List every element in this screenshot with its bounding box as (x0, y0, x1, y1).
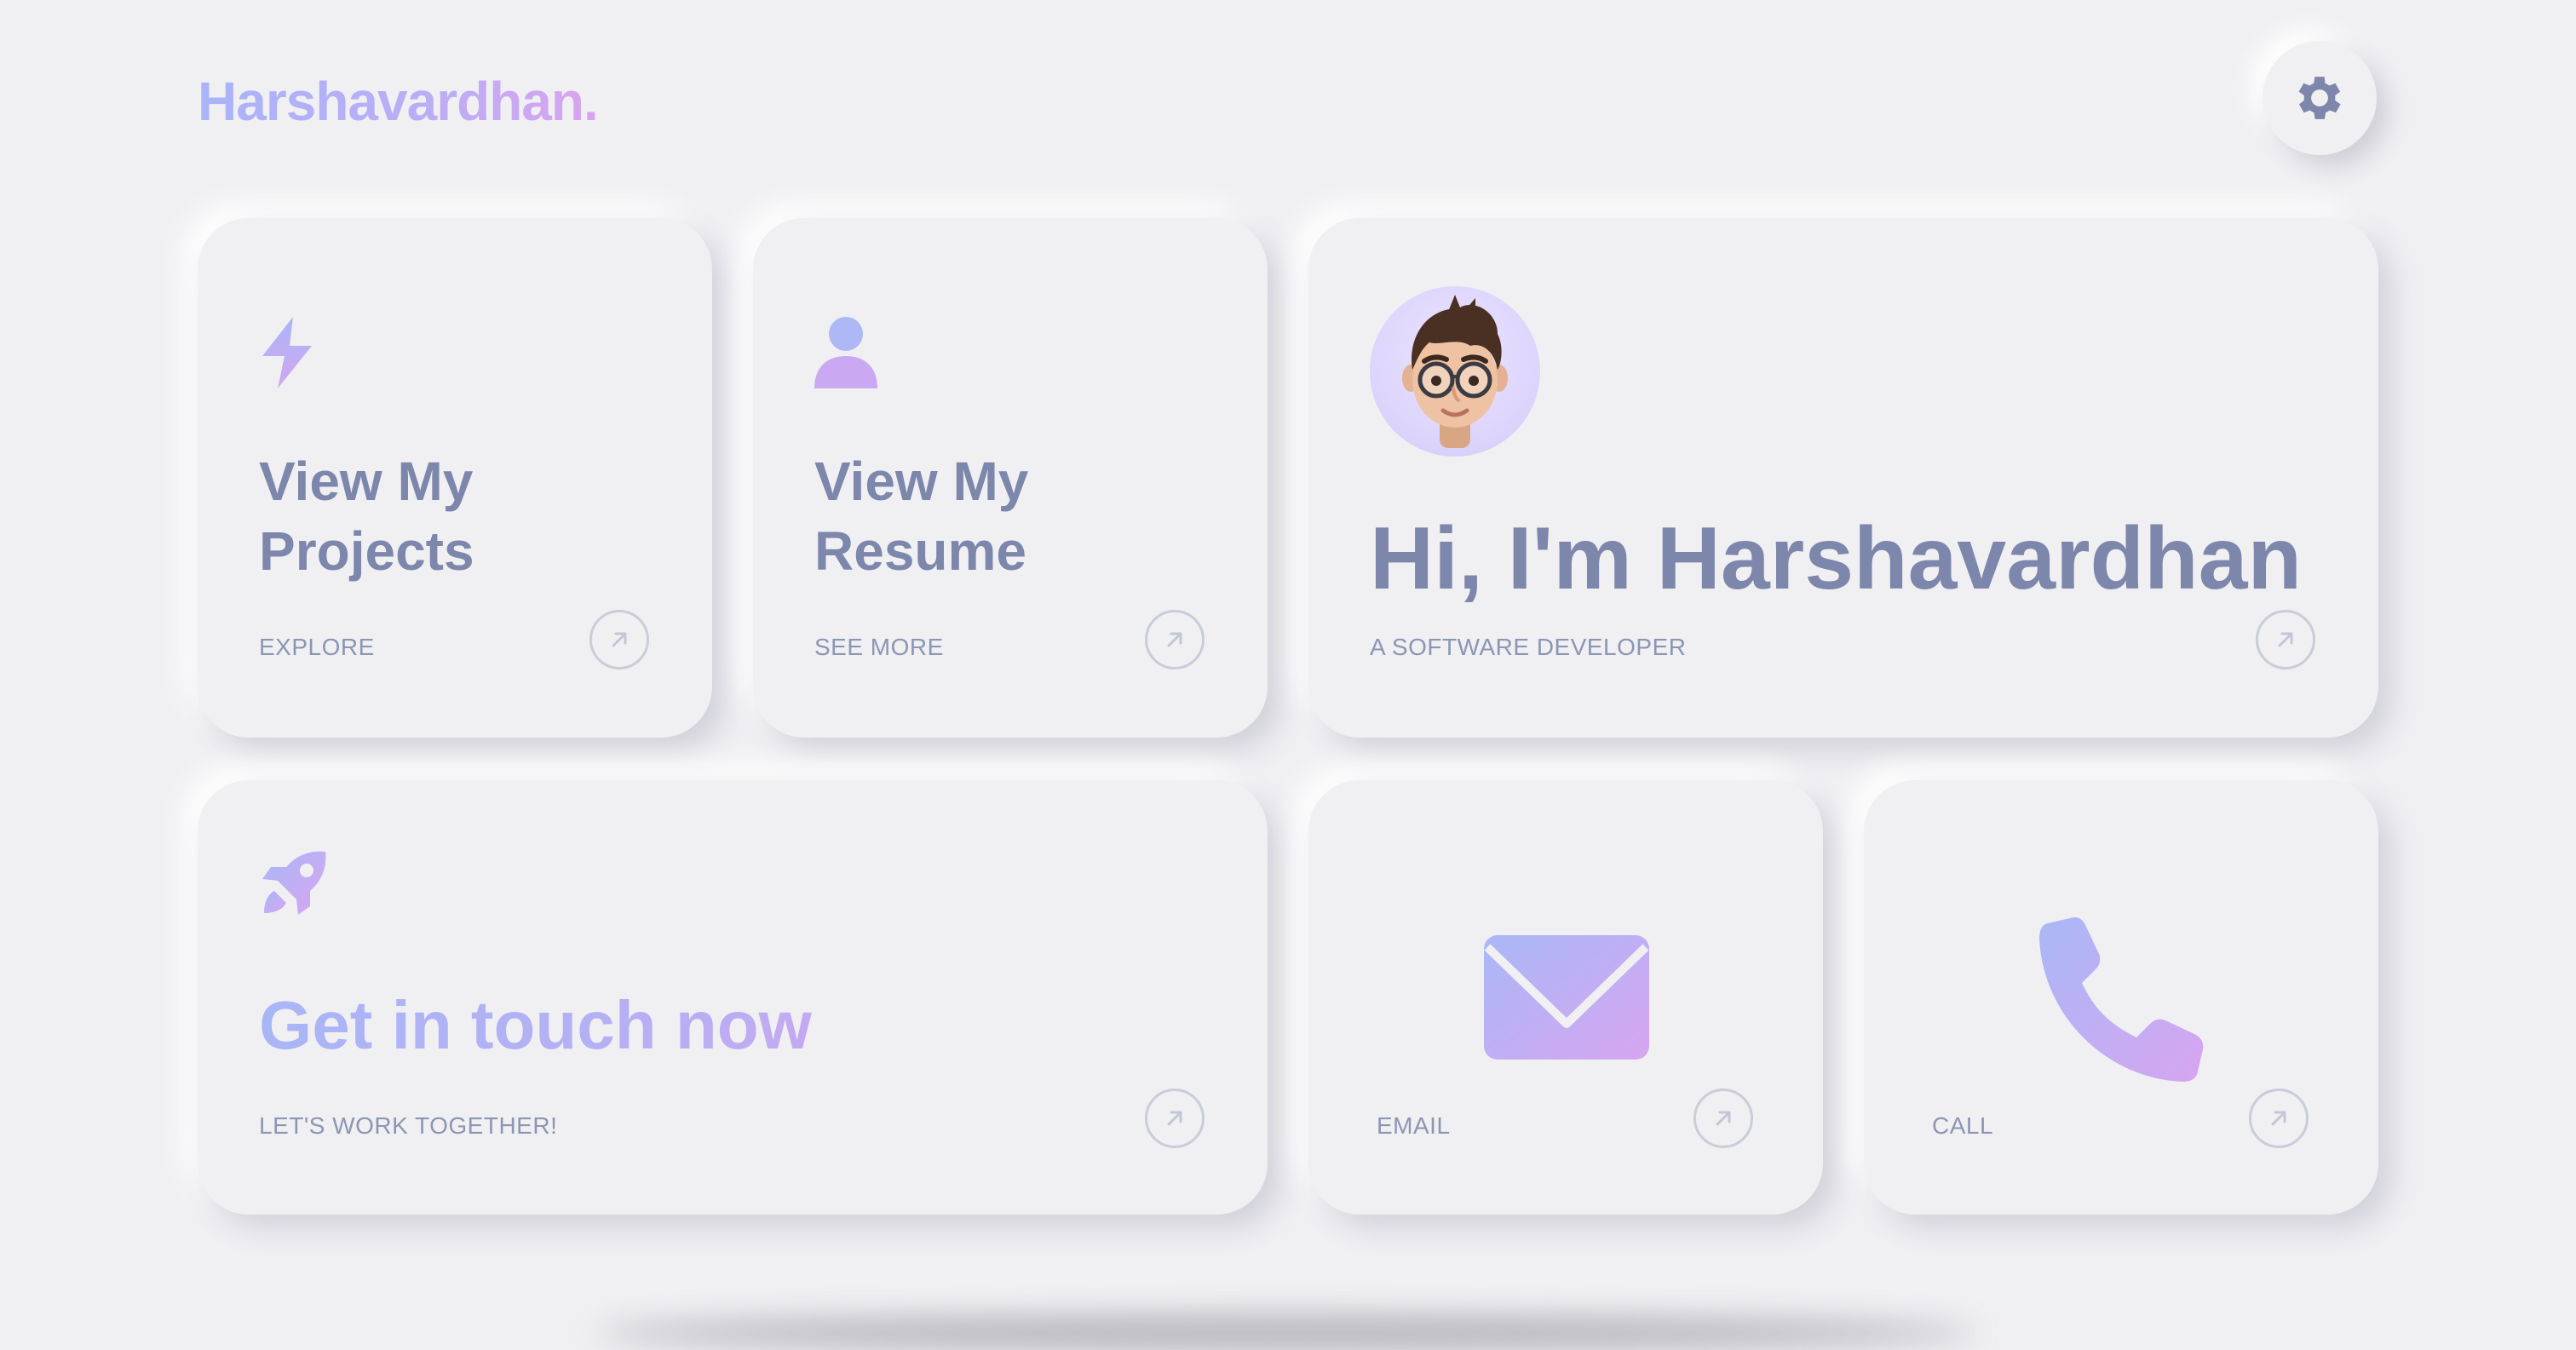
arrow-up-right-icon (2278, 632, 2293, 647)
projects-title-line1: View My (259, 451, 474, 512)
resume-title-line1: View My (814, 451, 1029, 512)
call-label: CALL (1932, 1112, 1994, 1139)
avatar (1370, 286, 1540, 457)
gear-icon (2298, 77, 2341, 119)
settings-button[interactable] (2263, 41, 2377, 155)
resume-subtitle: SEE MORE (814, 634, 944, 660)
intro-arrow-button[interactable] (2256, 610, 2315, 669)
brand-logo[interactable]: Harshavardhan. (198, 70, 599, 133)
resume-title: View My Resume (814, 446, 1028, 586)
email-label: EMAIL (1377, 1112, 1451, 1139)
projects-title-line2: Projects (259, 520, 474, 582)
contact-arrow-button[interactable] (1145, 1089, 1205, 1148)
intro-subtitle: A SOFTWARE DEVELOPER (1370, 634, 1687, 660)
projects-card[interactable]: View My Projects EXPLORE (198, 218, 712, 738)
user-icon (814, 317, 877, 388)
rocket-icon (262, 851, 326, 915)
call-arrow-button[interactable] (2249, 1089, 2309, 1148)
memoji-avatar-icon (1402, 295, 1508, 448)
resume-card[interactable]: View My Resume SEE MORE (753, 218, 1268, 738)
contact-card[interactable]: Get in touch now LET'S WORK TOGETHER! (198, 780, 1268, 1215)
resume-title-line2: Resume (814, 520, 1026, 582)
mail-icon (1484, 935, 1649, 1060)
arrow-up-right-icon (1167, 632, 1182, 647)
bottom-edge-shadow (596, 1316, 1976, 1350)
call-card[interactable]: CALL (1864, 780, 2378, 1215)
email-card[interactable]: EMAIL (1308, 780, 1823, 1215)
intro-card[interactable]: Hi, I'm Harshavardhan A SOFTWARE DEVELOP… (1308, 218, 2378, 738)
projects-arrow-button[interactable] (589, 610, 649, 669)
arrow-up-right-icon (612, 632, 627, 647)
arrow-up-right-icon (1716, 1111, 1731, 1126)
intro-title: Hi, I'm Harshavardhan (1370, 509, 2302, 608)
arrow-up-right-icon (2271, 1111, 2286, 1126)
contact-subtitle: LET'S WORK TOGETHER! (259, 1112, 558, 1139)
lightning-icon (262, 317, 312, 388)
resume-arrow-button[interactable] (1145, 610, 1205, 669)
contact-title: Get in touch now (259, 983, 812, 1068)
email-arrow-button[interactable] (1693, 1089, 1753, 1148)
phone-icon (2039, 917, 2204, 1082)
arrow-up-right-icon (1167, 1111, 1182, 1126)
projects-subtitle: EXPLORE (259, 634, 375, 660)
projects-title: View My Projects (259, 446, 474, 586)
